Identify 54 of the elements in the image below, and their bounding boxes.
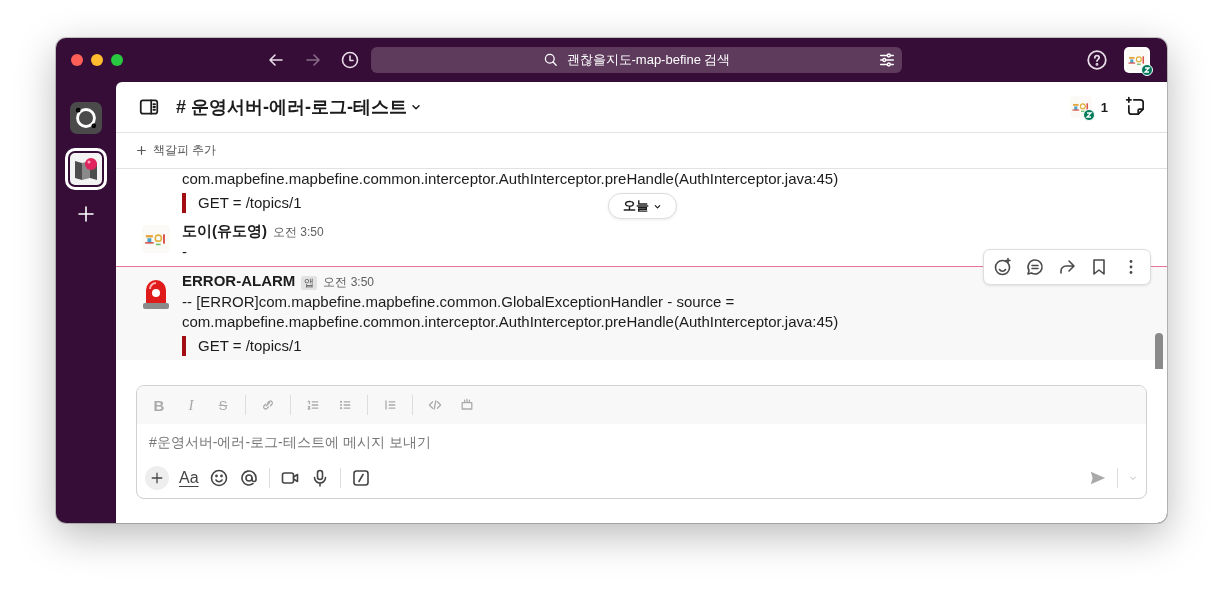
- app-badge: 앱: [301, 276, 318, 290]
- help-icon: [1086, 49, 1108, 71]
- mention-button[interactable]: [238, 468, 259, 488]
- search-icon: [542, 52, 559, 68]
- profile-button[interactable]: [1124, 47, 1150, 73]
- zoom-button[interactable]: [111, 54, 123, 66]
- share-arrow-icon: [1057, 257, 1077, 277]
- history-icon: [340, 50, 360, 70]
- shortcuts-button[interactable]: [350, 468, 371, 488]
- search-field[interactable]: 괜찮을지도-map-befine 검색: [371, 47, 902, 73]
- filter-sliders-icon: [878, 51, 896, 69]
- ring-logo-icon: [73, 105, 99, 131]
- note-plus-icon: [1125, 96, 1147, 118]
- message-time[interactable]: 오전 3:50: [323, 272, 375, 292]
- message-author[interactable]: ERROR-ALARM: [182, 271, 296, 291]
- date-jump-button[interactable]: 오늘: [608, 193, 677, 219]
- message-text: -- [ERROR]com.mapbefine.mapbefine.common.GlobalExceptionHandler - source = com.mapbefine.mapbefine.common.interceptor.AuthInterceptor.preHandle(AuthInterceptor.java:45): [182, 292, 840, 332]
- message-composer[interactable]: B I S #운영서버-에러-로그-테스트에 메시지 보내기 Aa: [136, 385, 1147, 499]
- quoted-text: GET = /topics/1: [182, 193, 302, 213]
- canvas-button[interactable]: [1125, 96, 1147, 118]
- message-time[interactable]: 오전 3:50: [273, 222, 324, 242]
- minimize-button[interactable]: [91, 54, 103, 66]
- workspace-button[interactable]: [65, 148, 107, 190]
- member-count-button[interactable]: 1: [1069, 96, 1108, 118]
- channel-title[interactable]: # 운영서버-에러-로그-테스트: [176, 95, 422, 119]
- text-format-button[interactable]: Aa: [179, 469, 199, 487]
- status-icon: [1141, 64, 1153, 76]
- code-block-icon: [459, 397, 475, 413]
- emoji-button[interactable]: [208, 468, 229, 488]
- add-bookmark-button[interactable]: 책갈피 추가: [136, 142, 217, 159]
- scrollbar-thumb[interactable]: [1155, 333, 1163, 369]
- plus-icon: [76, 204, 96, 224]
- speech-bubble-icon: [1025, 257, 1045, 277]
- attach-button[interactable]: [145, 466, 169, 490]
- smiley-icon: [208, 468, 229, 488]
- chevron-down-icon: [1128, 473, 1138, 483]
- map-book-icon: [70, 153, 102, 185]
- at-sign-icon: [238, 468, 259, 488]
- add-workspace-button[interactable]: [76, 204, 96, 224]
- link-icon: [260, 397, 276, 413]
- status-icon: [1082, 109, 1095, 121]
- workspace-button[interactable]: [70, 102, 102, 134]
- add-reaction-icon: [993, 257, 1013, 277]
- quoted-text: GET = /topics/1: [182, 336, 302, 356]
- slash-box-icon: [350, 468, 371, 488]
- plus-icon: [149, 470, 165, 486]
- plus-icon: [136, 145, 147, 156]
- code-icon: [427, 397, 443, 413]
- message-text: com.mapbefine.mapbefine.common.interceptor.AuthInterceptor.preHandle(AuthInterceptor.java:45): [182, 169, 839, 189]
- message-text: -: [182, 242, 187, 262]
- send-icon: [1089, 469, 1107, 487]
- message-author[interactable]: 도이(유도영): [182, 221, 267, 241]
- more-vertical-icon: [1129, 259, 1133, 275]
- close-button[interactable]: [71, 54, 83, 66]
